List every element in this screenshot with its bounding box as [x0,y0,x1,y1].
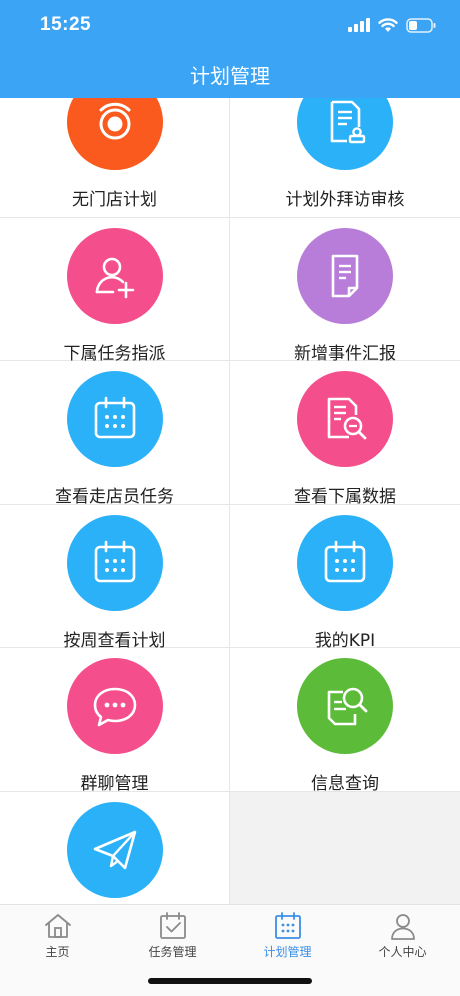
wifi-icon [378,17,398,32]
info-search-icon [327,687,368,726]
menu-item-my-kpi[interactable]: 我的KPI [230,505,460,651]
document-search-icon [327,397,367,440]
menu-item-view-subordinate-data[interactable]: 查看下属数据 [230,361,460,507]
calendar-icon [94,540,135,582]
task-check-icon [159,912,186,939]
menu-icon-circle [66,514,163,611]
battery-icon [406,17,436,33]
signal-icon [348,18,370,32]
menu-icon-circle [297,98,393,170]
menu-grid-container[interactable]: 无门店计划 计划外拜访审核 下属任务指派 新增事件汇报 查看走店员任务 查看下属… [0,98,460,904]
menu-icon-circle [66,658,163,754]
tab-task-management[interactable]: 任务管理 [115,905,230,971]
menu-row: 下属任务指派 新增事件汇报 [0,217,460,364]
tab-plan-management[interactable]: 计划管理 [230,905,345,971]
menu-item-label: 我的KPI [314,630,376,651]
page-title: 计划管理 [190,64,270,88]
target-icon [99,102,130,140]
paper-plane-icon [93,830,136,869]
menu-row [0,791,460,904]
menu-icon-circle [66,98,163,170]
tab-label: 主页 [45,945,70,959]
menu-item-label: 查看下属数据 [294,487,396,507]
menu-item-assign-subordinate-task[interactable]: 下属任务指派 [0,217,230,364]
menu-icon-circle [66,227,163,324]
home-icon [44,914,71,938]
tab-label: 个人中心 [378,945,427,959]
menu-grid: 无门店计划 计划外拜访审核 下属任务指派 新增事件汇报 查看走店员任务 查看下属… [0,98,460,904]
menu-row: 查看走店员任务 查看下属数据 [0,361,460,507]
menu-item-view-store-staff-tasks[interactable]: 查看走店员任务 [0,361,230,507]
empty-cell [230,791,460,904]
menu-row: 无门店计划 计划外拜访审核 [0,98,460,218]
menu-icon-circle [297,371,393,467]
header-bar: 15:25 计划管理 [0,0,460,98]
menu-item-label: 无门店计划 [72,190,157,210]
menu-item-label: 新增事件汇报 [294,343,396,364]
menu-item-unplanned-visit-review[interactable]: 计划外拜访审核 [230,98,460,217]
menu-item-label: 查看走店员任务 [55,487,174,507]
menu-icon-circle [297,514,393,611]
tab-home[interactable]: 主页 [0,905,115,971]
menu-item-label: 按周查看计划 [63,630,166,651]
chat-bubble-icon [93,687,136,727]
status-icons [348,16,436,34]
menu-item-add-event-report[interactable]: 新增事件汇报 [230,218,460,364]
tab-personal-center[interactable]: 个人中心 [345,905,460,971]
document-icon [331,254,359,297]
menu-icon-circle [297,658,393,754]
menu-icon-circle [66,371,163,467]
status-time: 15:25 [40,14,92,35]
menu-item-info-query[interactable]: 信息查询 [230,648,460,794]
menu-item-label: 下属任务指派 [63,343,166,364]
calendar-icon [94,396,135,439]
document-stamp-icon [330,100,366,144]
menu-item-no-store-plan[interactable]: 无门店计划 [0,98,230,217]
menu-item-weekly-plan[interactable]: 按周查看计划 [0,504,230,651]
menu-icon-circle [66,801,163,898]
calendar-icon [274,912,301,939]
menu-item-send[interactable] [0,791,230,904]
menu-row: 群聊管理 信息查询 [0,648,460,794]
menu-item-label: 群聊管理 [80,774,149,794]
home-indicator [148,978,312,984]
tab-label: 任务管理 [148,945,197,959]
menu-item-label: 计划外拜访审核 [285,190,405,210]
tab-label: 计划管理 [263,945,312,959]
add-user-icon [95,257,134,298]
menu-item-label: 信息查询 [311,774,379,794]
menu-icon-circle [297,227,393,324]
calendar-icon [324,540,366,582]
person-icon [390,914,415,940]
menu-row: 按周查看计划 我的KPI [0,504,460,651]
menu-item-group-chat-management[interactable]: 群聊管理 [0,648,230,794]
